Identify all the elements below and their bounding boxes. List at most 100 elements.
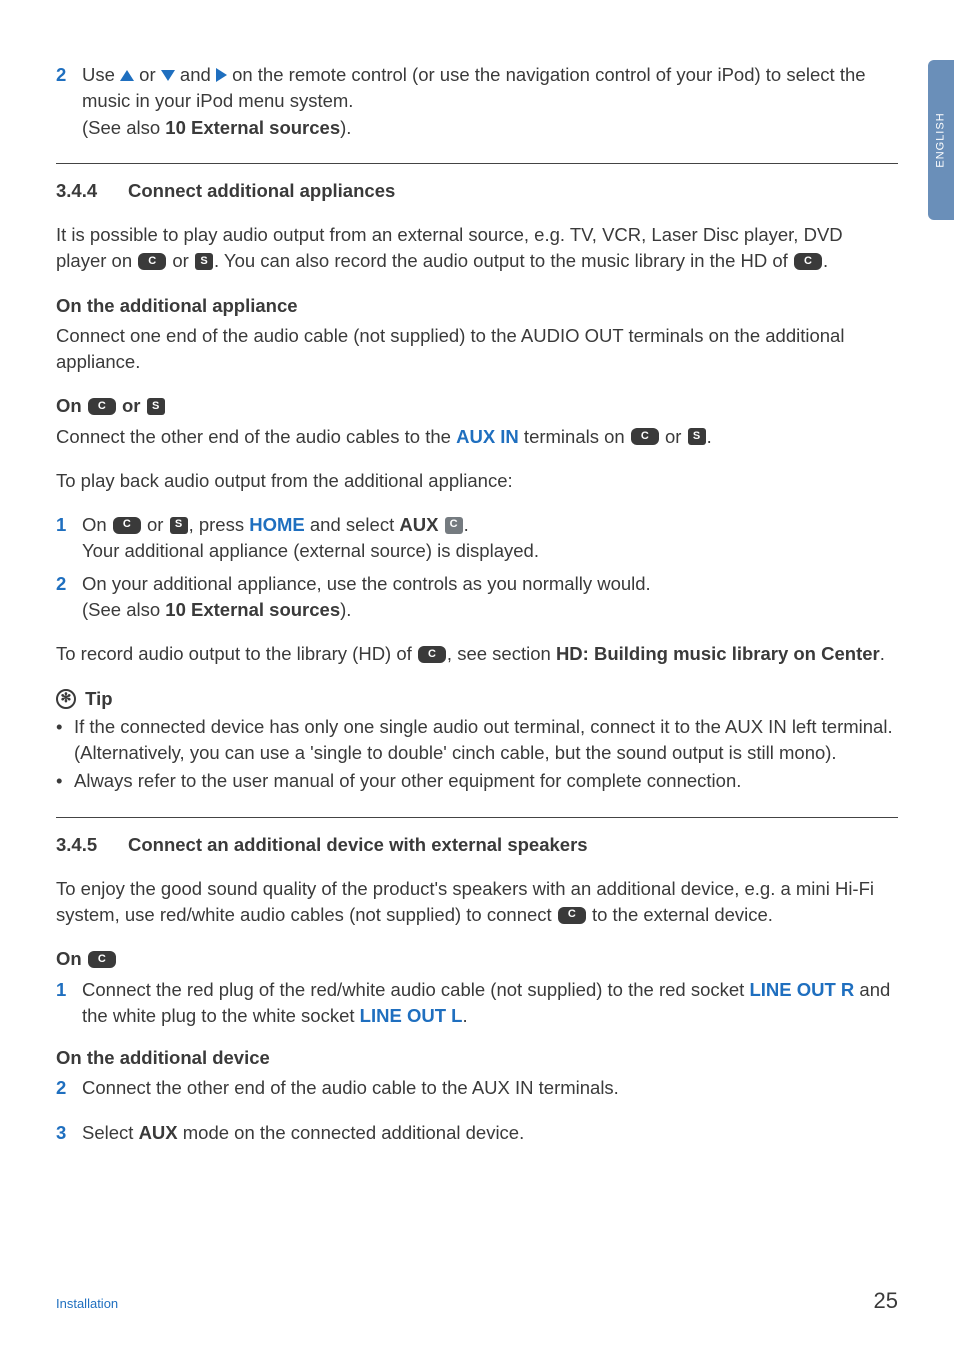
center-device-icon: C — [113, 517, 141, 534]
station-device-icon: S — [170, 517, 188, 534]
content-area: 2 Use or and on the remote control (or u… — [56, 62, 898, 1146]
text: On — [56, 395, 87, 416]
center-device-icon: C — [88, 951, 116, 968]
center-device-icon: C — [418, 646, 446, 663]
step-body: Connect the other end of the audio cable… — [82, 1075, 898, 1101]
paragraph: Connect one end of the audio cable (not … — [56, 323, 898, 376]
station-device-icon: S — [195, 253, 213, 270]
section-heading-344: 3.4.4Connect additional appliances — [56, 178, 898, 204]
tip-label: Tip — [85, 688, 112, 709]
text: or — [134, 64, 161, 85]
language-tab-label: ENGLISH — [935, 112, 947, 167]
text: . — [880, 643, 885, 664]
list-item: Always refer to the user manual of your … — [56, 768, 898, 794]
line-out-r-label: LINE OUT R — [749, 979, 854, 1000]
list-item: If the connected device has only one sin… — [56, 714, 898, 767]
aux-device-icon: C — [445, 517, 463, 534]
step-body: Select AUX mode on the connected additio… — [82, 1120, 898, 1146]
paragraph: To play back audio output from the addit… — [56, 468, 898, 494]
aux-in-label: AUX IN — [456, 426, 519, 447]
nav-down-icon — [161, 70, 175, 81]
paragraph: To enjoy the good sound quality of the p… — [56, 876, 898, 929]
text: Your additional appliance (external sour… — [82, 540, 539, 561]
section-number: 3.4.5 — [56, 832, 128, 858]
aux-mode-label: AUX — [139, 1122, 178, 1143]
step-3: 3 Select AUX mode on the connected addit… — [56, 1120, 898, 1146]
text: or — [142, 514, 169, 535]
step-2: 2 Connect the other end of the audio cab… — [56, 1075, 898, 1101]
text: to the external device. — [587, 904, 773, 925]
sub-heading: On the additional appliance — [56, 293, 898, 319]
divider — [56, 163, 898, 164]
center-device-icon: C — [88, 398, 116, 415]
text: , see section — [447, 643, 556, 664]
text: On — [56, 948, 87, 969]
text: ). — [340, 117, 351, 138]
page: ENGLISH 2 Use or and on the remote contr… — [0, 0, 954, 1350]
text: . — [464, 514, 469, 535]
step-body: On C or S, press HOME and select AUX C. … — [82, 512, 898, 565]
footer-section: Installation — [56, 1296, 118, 1311]
sub-heading: On C — [56, 946, 898, 972]
nav-up-icon — [120, 70, 134, 81]
section-heading-345: 3.4.5Connect an additional device with e… — [56, 832, 898, 858]
section-title: Connect an additional device with extern… — [128, 834, 588, 855]
language-tab: ENGLISH — [928, 60, 954, 220]
text: ). — [340, 599, 351, 620]
text: . You can also record the audio output t… — [214, 250, 793, 271]
intro-step: 2 Use or and on the remote control (or u… — [56, 62, 898, 141]
text: or — [117, 395, 146, 416]
step-2: 2 On your additional appliance, use the … — [56, 571, 898, 624]
ref-external-sources: 10 External sources — [165, 117, 340, 138]
text: (See also — [82, 117, 165, 138]
tip-icon: ✻ — [56, 689, 76, 709]
text: To record audio output to the library (H… — [56, 643, 417, 664]
line-out-l-label: LINE OUT L — [360, 1005, 463, 1026]
text: or — [660, 426, 687, 447]
text: If the connected device has only one sin… — [74, 714, 898, 767]
aux-label: AUX — [399, 514, 438, 535]
text: (See also — [82, 599, 165, 620]
step-body: Connect the red plug of the red/white au… — [82, 977, 898, 1030]
text: Connect the other end of the audio cable… — [56, 426, 456, 447]
home-label: HOME — [249, 514, 305, 535]
ref-external-sources: 10 External sources — [165, 599, 340, 620]
text: mode on the connected additional device. — [178, 1122, 525, 1143]
center-device-icon: C — [631, 428, 659, 445]
text: and select — [305, 514, 400, 535]
sub-heading: On C or S — [56, 393, 898, 419]
step-body: Use or and on the remote control (or use… — [82, 62, 898, 141]
step-number: 2 — [56, 571, 82, 624]
text: and — [175, 64, 216, 85]
text: On — [82, 514, 112, 535]
nav-right-icon — [216, 68, 227, 82]
text: , press — [189, 514, 250, 535]
step-number: 1 — [56, 977, 82, 1030]
text: . — [462, 1005, 467, 1026]
text: terminals on — [519, 426, 630, 447]
section-title: Connect additional appliances — [128, 180, 395, 201]
divider — [56, 817, 898, 818]
text: Select — [82, 1122, 139, 1143]
text — [438, 514, 443, 535]
footer: Installation 25 — [56, 1288, 898, 1314]
tip-list: If the connected device has only one sin… — [56, 714, 898, 795]
step-1: 1 On C or S, press HOME and select AUX C… — [56, 512, 898, 565]
text: or — [167, 250, 194, 271]
step-number: 2 — [56, 1075, 82, 1101]
sub-heading: On the additional device — [56, 1045, 898, 1071]
center-device-icon: C — [138, 253, 166, 270]
center-device-icon: C — [794, 253, 822, 270]
paragraph: It is possible to play audio output from… — [56, 222, 898, 275]
text: Connect the red plug of the red/white au… — [82, 979, 749, 1000]
step-number: 3 — [56, 1120, 82, 1146]
step-number: 1 — [56, 512, 82, 565]
step-number: 2 — [56, 62, 82, 141]
text: Use — [82, 64, 120, 85]
tip-heading: ✻ Tip — [56, 686, 898, 712]
center-device-icon: C — [558, 907, 586, 924]
text: . — [707, 426, 712, 447]
text: On your additional appliance, use the co… — [82, 573, 651, 594]
paragraph: Connect the other end of the audio cable… — [56, 424, 898, 450]
step-1: 1 Connect the red plug of the red/white … — [56, 977, 898, 1030]
